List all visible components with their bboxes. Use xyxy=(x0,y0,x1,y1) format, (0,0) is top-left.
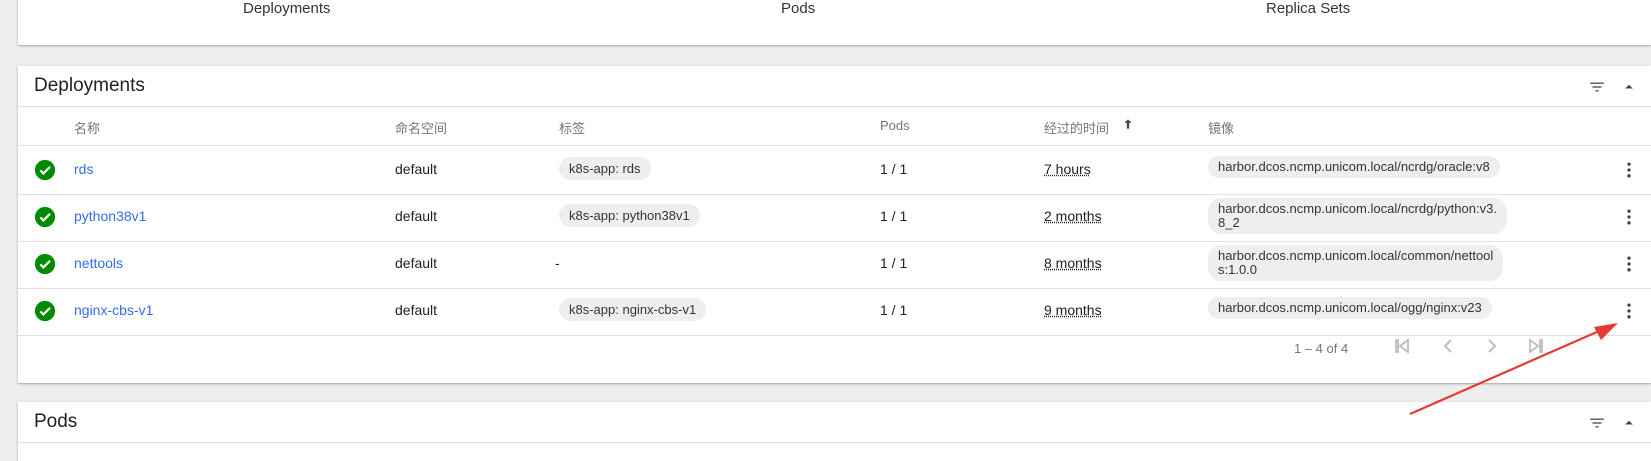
pods-card: Pods xyxy=(18,402,1651,461)
chevron-up-icon[interactable] xyxy=(1619,78,1639,96)
image-line-2: s:1.0.0 xyxy=(1218,262,1258,277)
check-circle-icon xyxy=(34,300,56,322)
label-chip: k8s-app: rds xyxy=(559,157,651,180)
pagination-range: 1 – 4 of 4 xyxy=(1294,341,1349,356)
image-line-1: harbor.dcos.ncmp.unicom.local/ogg/nginx:… xyxy=(1218,300,1482,315)
more-vert-icon[interactable] xyxy=(1619,160,1639,180)
table-row: rds default k8s-app: rds 1 / 1 7 hours h… xyxy=(18,146,1651,195)
pods-header: Pods xyxy=(18,402,1651,443)
image-line-1: harbor.dcos.ncmp.unicom.local/ncrdg/pyth… xyxy=(1218,201,1497,216)
namespace-cell: default xyxy=(395,208,438,224)
summary-pods-label[interactable]: Pods xyxy=(781,0,815,17)
deployment-name-link[interactable]: nettools xyxy=(74,255,123,271)
deployment-name-link[interactable]: rds xyxy=(74,161,93,177)
prev-page-icon[interactable] xyxy=(1436,334,1460,358)
summary-replica-sets-label[interactable]: Replica Sets xyxy=(1266,0,1350,17)
filter-icon[interactable] xyxy=(1587,78,1607,96)
col-header-age[interactable]: 经过的时间 xyxy=(1044,118,1109,137)
col-header-namespace: 命名空间 xyxy=(395,121,448,136)
next-page-icon[interactable] xyxy=(1480,334,1504,358)
image-line-1: harbor.dcos.ncmp.unicom.local/ncrdg/orac… xyxy=(1218,159,1490,174)
deployments-card: Deployments 名称 命名空间 标签 Pods 经过的时间 镜像 rds… xyxy=(18,66,1651,383)
label-chip: k8s-app: nginx-cbs-v1 xyxy=(559,298,707,321)
deployments-header: Deployments xyxy=(18,66,1651,107)
check-circle-icon xyxy=(34,206,56,228)
chevron-up-icon[interactable] xyxy=(1619,414,1639,432)
deployment-name-link[interactable]: python38v1 xyxy=(74,208,146,224)
age-cell: 7 hours xyxy=(1044,161,1091,177)
namespace-cell: default xyxy=(395,255,438,271)
summary-card: Deployments Pods Replica Sets xyxy=(18,0,1651,45)
last-page-icon[interactable] xyxy=(1524,334,1548,358)
table-row: python38v1 default k8s-app: python38v1 1… xyxy=(18,193,1651,242)
label-chip: k8s-app: python38v1 xyxy=(559,204,700,227)
pods-cell: 1 / 1 xyxy=(880,255,908,271)
image-chip: harbor.dcos.ncmp.unicom.local/common/net… xyxy=(1208,245,1504,281)
table-row: nginx-cbs-v1 default k8s-app: nginx-cbs-… xyxy=(18,287,1651,336)
pods-cell: 1 / 1 xyxy=(880,302,908,318)
deployment-name-link[interactable]: nginx-cbs-v1 xyxy=(74,302,153,318)
page-root: Deployments Pods Replica Sets Deployment… xyxy=(0,0,1651,461)
age-cell: 9 months xyxy=(1044,302,1102,318)
col-header-pods: Pods xyxy=(880,118,910,133)
image-line-1: harbor.dcos.ncmp.unicom.local/common/net… xyxy=(1218,248,1494,263)
col-header-images: 镜像 xyxy=(1208,121,1235,136)
image-chip: harbor.dcos.ncmp.unicom.local/ogg/nginx:… xyxy=(1208,297,1492,319)
deployments-title: Deployments xyxy=(34,75,145,96)
age-cell: 8 months xyxy=(1044,255,1102,271)
summary-deployments-label[interactable]: Deployments xyxy=(243,0,331,17)
image-chip: harbor.dcos.ncmp.unicom.local/ncrdg/orac… xyxy=(1208,156,1500,178)
more-vert-icon[interactable] xyxy=(1619,254,1639,274)
arrow-up-icon[interactable] xyxy=(1121,117,1135,131)
table-row: nettools default - 1 / 1 8 months harbor… xyxy=(18,240,1651,289)
pods-cell: 1 / 1 xyxy=(880,161,908,177)
check-circle-icon xyxy=(34,159,56,181)
filter-icon[interactable] xyxy=(1587,414,1607,432)
col-header-name[interactable]: 名称 xyxy=(74,118,100,137)
namespace-cell: default xyxy=(395,302,438,318)
col-header-labels: 标签 xyxy=(559,121,586,136)
image-chip: harbor.dcos.ncmp.unicom.local/ncrdg/pyth… xyxy=(1208,198,1507,234)
check-circle-icon xyxy=(34,253,56,275)
age-cell: 2 months xyxy=(1044,208,1102,224)
namespace-cell: default xyxy=(395,161,438,177)
more-vert-icon[interactable] xyxy=(1619,207,1639,227)
label-empty: - xyxy=(555,255,560,271)
pods-cell: 1 / 1 xyxy=(880,208,908,224)
first-page-icon[interactable] xyxy=(1390,334,1414,358)
image-line-2: 8_2 xyxy=(1218,215,1240,230)
pods-title: Pods xyxy=(34,411,78,432)
more-vert-icon[interactable] xyxy=(1619,301,1639,321)
